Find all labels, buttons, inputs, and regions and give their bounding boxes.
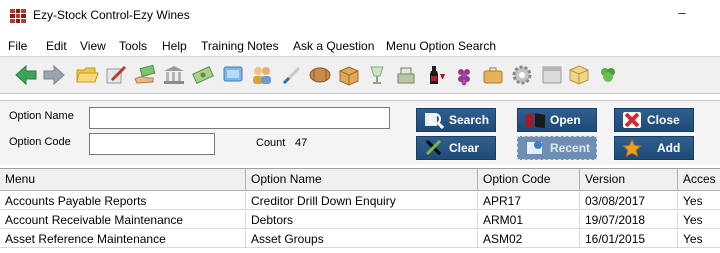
- option-name-label: Option Name: [9, 110, 74, 122]
- eraser-icon: [423, 138, 445, 158]
- cell-version: 16/01/2015: [580, 230, 678, 247]
- cell-menu: Account Receivable Maintenance: [0, 211, 246, 228]
- forward-arrow-icon[interactable]: [42, 63, 66, 87]
- cell-option-code: ARM01: [478, 211, 580, 228]
- column-header-menu[interactable]: Menu: [0, 169, 246, 190]
- cell-menu: Accounts Payable Reports: [0, 192, 246, 209]
- grapes-icon[interactable]: [452, 63, 476, 87]
- search-button-label: Search: [449, 113, 490, 127]
- open-button[interactable]: Open: [517, 108, 597, 132]
- option-code-input[interactable]: [89, 133, 215, 155]
- add-button-label: Add: [657, 141, 681, 155]
- magnifier-icon: [423, 110, 445, 130]
- clear-button-label: Clear: [449, 141, 480, 155]
- column-header-option-name[interactable]: Option Name: [246, 169, 478, 190]
- cell-version: 03/08/2017: [580, 192, 678, 209]
- count-value: 47: [295, 137, 308, 149]
- window-title: Ezy-Stock Control-Ezy Wines: [33, 8, 190, 22]
- table-header: Menu Option Name Option Code Version Acc…: [0, 169, 720, 191]
- close-x-icon: [621, 110, 643, 130]
- column-header-option-code[interactable]: Option Code: [478, 169, 580, 190]
- title-bar: Ezy-Stock Control-Ezy Wines –: [0, 0, 720, 30]
- cell-access: Yes: [683, 194, 703, 208]
- table-row[interactable]: Accounts Payable Reports Creditor Drill …: [0, 192, 720, 210]
- till-icon[interactable]: [394, 63, 418, 87]
- pen-notepad-icon[interactable]: [104, 63, 128, 87]
- folder-open-icon[interactable]: [75, 63, 99, 87]
- close-button[interactable]: Close: [614, 108, 694, 132]
- table-row[interactable]: Account Receivable Maintenance Debtors A…: [0, 211, 720, 229]
- cell-menu: Asset Reference Maintenance: [0, 230, 246, 247]
- options-table: Menu Option Name Option Code Version Acc…: [0, 168, 720, 253]
- cube-icon[interactable]: [567, 63, 591, 87]
- menu-tools[interactable]: Tools: [119, 39, 147, 53]
- barrel-icon[interactable]: [308, 63, 332, 87]
- wand-icon[interactable]: [280, 63, 304, 87]
- clear-button[interactable]: Clear: [416, 136, 496, 160]
- cell-option-code: ASM02: [478, 230, 580, 247]
- menu-training-notes[interactable]: Training Notes: [201, 39, 279, 53]
- menu-file[interactable]: File: [8, 39, 27, 53]
- menu-bar: File Edit View Tools Help Training Notes…: [0, 37, 720, 55]
- recent-icon: [524, 138, 546, 158]
- plant-icon[interactable]: [596, 63, 620, 87]
- menu-help[interactable]: Help: [162, 39, 187, 53]
- open-book-icon: [524, 110, 546, 130]
- recent-button[interactable]: Recent: [517, 136, 597, 160]
- menu-view[interactable]: View: [80, 39, 106, 53]
- wine-bottle-icon[interactable]: [423, 63, 447, 87]
- column-header-version[interactable]: Version: [580, 169, 678, 190]
- option-name-input[interactable]: [89, 107, 390, 129]
- menu-edit[interactable]: Edit: [46, 39, 67, 53]
- cell-option-name: Asset Groups: [246, 230, 478, 247]
- crate-icon[interactable]: [337, 63, 361, 87]
- cell-option-name: Debtors: [246, 211, 478, 228]
- cell-access: Yes: [683, 232, 703, 246]
- cell-version: 19/07/2018: [580, 211, 678, 228]
- menu-option-search[interactable]: Menu Option Search: [386, 39, 496, 53]
- cell-option-name: Creditor Drill Down Enquiry: [246, 192, 478, 209]
- window-icon[interactable]: [540, 63, 564, 87]
- briefcase-icon[interactable]: [481, 63, 505, 87]
- people-icon[interactable]: [250, 63, 274, 87]
- hand-payment-icon[interactable]: [133, 63, 157, 87]
- toolbar: [0, 56, 720, 94]
- count-label: Count: [256, 137, 286, 149]
- search-button[interactable]: Search: [416, 108, 496, 132]
- open-button-label: Open: [550, 113, 581, 127]
- close-button-label: Close: [647, 113, 680, 127]
- gear-icon[interactable]: [510, 63, 534, 87]
- recent-button-label: Recent: [550, 141, 591, 155]
- glass-icon[interactable]: [365, 63, 389, 87]
- cell-access: Yes: [683, 213, 703, 227]
- menu-ask-a-question[interactable]: Ask a Question: [293, 39, 374, 53]
- app-logo-icon: [10, 9, 26, 23]
- table-row[interactable]: Asset Reference Maintenance Asset Groups…: [0, 230, 720, 248]
- back-arrow-icon[interactable]: [14, 63, 38, 87]
- star-icon: [621, 138, 643, 158]
- column-header-access[interactable]: Acces: [678, 169, 720, 190]
- cell-option-code: APR17: [478, 192, 580, 209]
- option-code-label: Option Code: [9, 136, 71, 148]
- minimize-button[interactable]: –: [672, 4, 692, 24]
- bank-icon[interactable]: [162, 63, 186, 87]
- screen-icon[interactable]: [221, 63, 245, 87]
- cash-icon[interactable]: [191, 63, 215, 87]
- add-button[interactable]: Add: [614, 136, 694, 160]
